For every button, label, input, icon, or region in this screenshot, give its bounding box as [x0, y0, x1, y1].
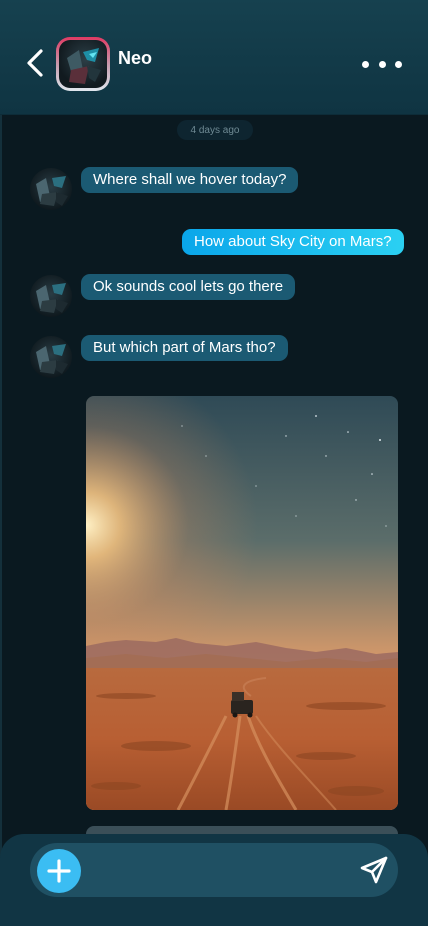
message-input[interactable] [92, 852, 346, 892]
chat-screen: Neo 4 days ago Where shall we hover toda… [0, 0, 428, 926]
image-attachment[interactable] [86, 396, 398, 810]
add-attachment-button[interactable] [37, 849, 81, 893]
contact-avatar[interactable] [56, 37, 110, 91]
more-options-button[interactable] [362, 54, 402, 74]
desert-photo [86, 396, 398, 810]
message-avatar[interactable] [30, 336, 72, 378]
incoming-message-bubble[interactable]: But which part of Mars tho? [81, 335, 288, 361]
contact-name[interactable]: Neo [118, 48, 152, 69]
back-button[interactable] [20, 44, 50, 82]
more-horizontal-icon [362, 60, 369, 68]
send-icon [360, 856, 388, 884]
avatar-image [59, 40, 107, 88]
chat-edge-line [0, 114, 2, 926]
incoming-message-bubble[interactable]: Where shall we hover today? [81, 167, 299, 193]
message-avatar[interactable] [30, 168, 72, 210]
send-button[interactable] [356, 852, 392, 888]
plus-icon [47, 859, 71, 883]
more-horizontal-icon-dot [395, 60, 402, 68]
message-avatar[interactable] [30, 275, 72, 317]
chevron-left-icon [27, 49, 43, 77]
more-horizontal-icon-dot [378, 60, 386, 68]
date-separator: 4 days ago [177, 120, 253, 140]
chat-header: Neo [0, 0, 428, 115]
incoming-message-bubble[interactable]: Ok sounds cool lets go there [81, 274, 296, 300]
outgoing-message-bubble[interactable]: How about Sky City on Mars? [182, 229, 404, 255]
